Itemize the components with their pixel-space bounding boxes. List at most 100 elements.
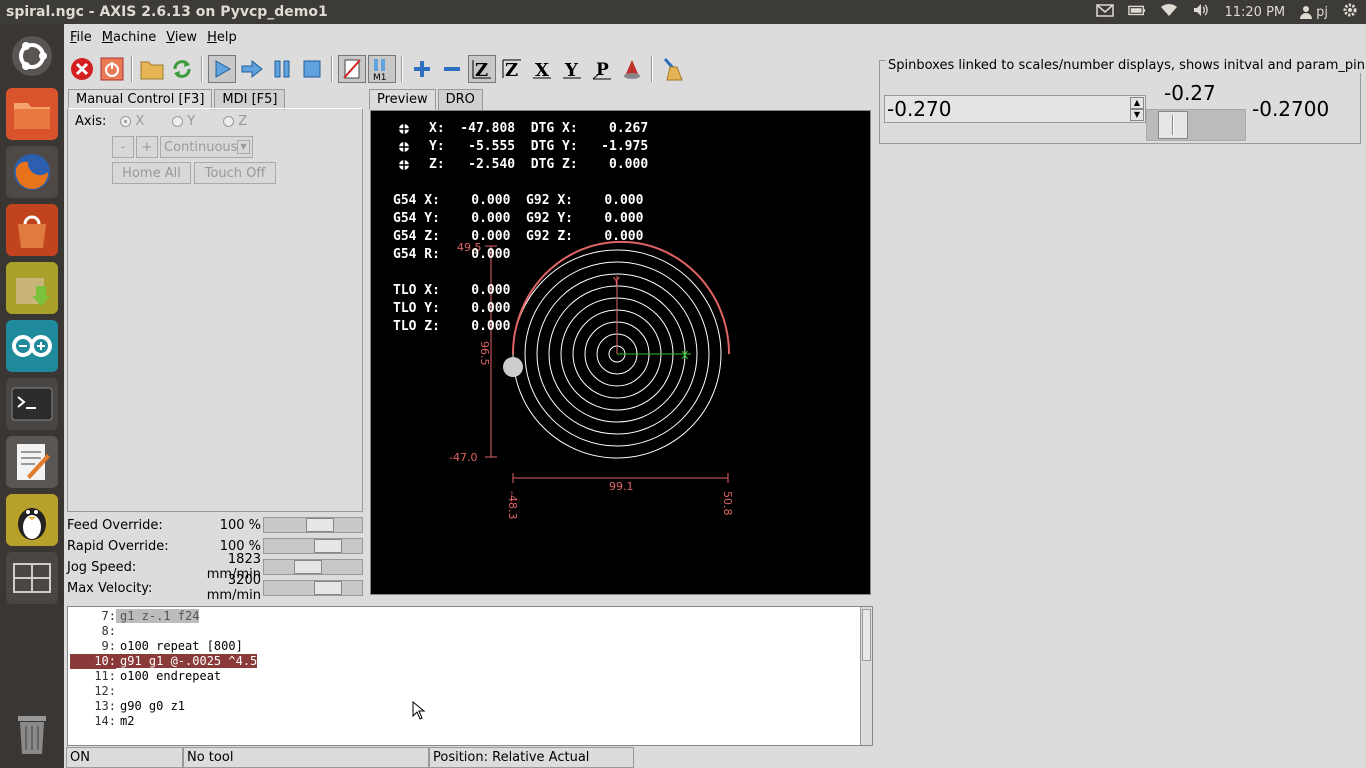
toolbar: M1 Z Z X Y P xyxy=(66,52,874,86)
zoom-in-icon[interactable] xyxy=(408,55,436,83)
software-center-icon[interactable] xyxy=(6,204,58,256)
homed-y-icon xyxy=(397,140,411,154)
optional-stop-icon[interactable]: M1 xyxy=(368,55,396,83)
home-all-button[interactable]: Home All xyxy=(112,162,191,184)
firefox-icon[interactable] xyxy=(6,146,58,198)
svg-text:Y: Y xyxy=(564,60,579,80)
menu-view[interactable]: View xyxy=(162,30,203,45)
user-name: pj xyxy=(1316,4,1328,20)
mail-icon[interactable] xyxy=(1096,3,1115,21)
menu-help[interactable]: Help xyxy=(203,30,243,45)
trash-icon[interactable] xyxy=(6,708,58,760)
pyvcp-legend: Spinboxes linked to scales/number displa… xyxy=(886,58,1366,73)
view-y-icon[interactable]: Y xyxy=(558,55,586,83)
chevron-down-icon: ▼ xyxy=(237,140,250,154)
text-editor-icon[interactable] xyxy=(6,436,58,488)
jog-minus-button[interactable]: - xyxy=(112,136,134,158)
y-axis-label: Y xyxy=(612,275,620,288)
dro-g54-r: G54 R: 0.000 xyxy=(393,247,511,262)
svg-text:X: X xyxy=(535,60,549,80)
slider-thumb[interactable] xyxy=(294,560,322,574)
gcode-line[interactable]: 14: m2 xyxy=(70,714,134,729)
gear-icon[interactable] xyxy=(1342,2,1358,22)
gcode-line-active[interactable]: 10: g91 g1 @-.0025 ^4.5 xyxy=(70,654,258,669)
gcode-line[interactable]: 13: g90 g0 z1 xyxy=(70,699,185,714)
stop-icon[interactable] xyxy=(298,55,326,83)
param-spinbox[interactable]: -0.270 ▲ ▼ xyxy=(884,95,1146,123)
gcode-line[interactable]: 12: xyxy=(70,684,120,699)
max-velocity-slider[interactable] xyxy=(263,580,363,596)
gcode-scrollbar[interactable] xyxy=(860,607,872,745)
wifi-icon[interactable] xyxy=(1160,3,1178,21)
gcode-listing[interactable]: 7: g1 z-.1 f24 8: 9: o100 repeat [800] 10:… xyxy=(67,606,873,746)
jog-mode-select[interactable]: Continuous ▼ xyxy=(160,136,253,158)
reload-icon[interactable] xyxy=(168,55,196,83)
workspace-switcher-icon[interactable] xyxy=(6,552,58,604)
preview-canvas[interactable]: X Y 49.5 -47.0 96.5 99.1 -48.3 50.8 X: -… xyxy=(370,110,871,595)
scale-value: -0.27 xyxy=(1164,81,1216,105)
archive-install-icon[interactable] xyxy=(6,262,58,314)
homed-z-icon xyxy=(397,158,411,172)
rapid-override-slider[interactable] xyxy=(263,538,363,554)
tab-preview[interactable]: Preview xyxy=(369,89,436,110)
step-icon[interactable] xyxy=(238,55,266,83)
feed-override-value: 100 % xyxy=(219,517,261,533)
zoom-out-icon[interactable] xyxy=(438,55,466,83)
svg-text:P: P xyxy=(596,60,609,80)
block-delete-icon[interactable] xyxy=(338,55,366,83)
terminal-icon[interactable] xyxy=(6,378,58,430)
tab-mdi[interactable]: MDI [F5] xyxy=(214,89,286,110)
number-display: -0.2700 xyxy=(1252,97,1330,121)
menu-machine[interactable]: Machine xyxy=(98,30,162,45)
menu-file[interactable]: File xyxy=(66,30,98,45)
scrollbar-thumb[interactable] xyxy=(862,609,871,661)
window-title: spiral.ngc - AXIS 2.6.13 on Pyvcp_demo1 xyxy=(6,4,328,20)
feed-override-slider[interactable] xyxy=(263,517,363,533)
ubuntu-dash-icon[interactable] xyxy=(6,30,58,82)
open-file-icon[interactable] xyxy=(138,55,166,83)
estop-icon[interactable] xyxy=(68,55,96,83)
max-velocity-row: Max Velocity: 3200 mm/min xyxy=(67,573,363,603)
rapid-override-label: Rapid Override: xyxy=(67,538,169,554)
run-icon[interactable] xyxy=(208,55,236,83)
user-menu[interactable]: pj xyxy=(1299,5,1328,20)
linuxcnc-icon[interactable] xyxy=(6,494,58,546)
axis-label: Axis: xyxy=(75,114,107,129)
jog-speed-slider[interactable] xyxy=(263,559,363,575)
touch-off-button[interactable]: Touch Off xyxy=(194,162,276,184)
gcode-line[interactable]: 9: o100 repeat [800] xyxy=(70,639,243,654)
axis-radio-x[interactable]: X xyxy=(120,114,144,129)
slider-thumb[interactable] xyxy=(306,518,334,532)
battery-icon[interactable] xyxy=(1128,3,1146,21)
pause-icon[interactable] xyxy=(268,55,296,83)
view-perspective-icon[interactable]: P xyxy=(588,55,616,83)
axis-radio-y[interactable]: Y xyxy=(172,114,195,129)
axis-radio-z[interactable]: Z xyxy=(223,114,247,129)
scale-thumb[interactable] xyxy=(1158,111,1188,139)
gcode-line[interactable]: 8: xyxy=(70,624,120,639)
extent-x-min: -48.3 xyxy=(506,491,519,519)
files-icon[interactable] xyxy=(6,88,58,140)
view-z2-icon[interactable]: Z xyxy=(498,55,526,83)
spin-down-icon[interactable]: ▼ xyxy=(1130,109,1144,121)
slider-thumb[interactable] xyxy=(314,581,342,595)
spin-up-icon[interactable]: ▲ xyxy=(1130,97,1144,109)
machine-power-icon[interactable] xyxy=(98,55,126,83)
tab-dro[interactable]: DRO xyxy=(437,89,483,110)
view-z-icon[interactable]: Z xyxy=(468,55,496,83)
clock-time[interactable]: 11:20 PM xyxy=(1224,5,1285,20)
clear-plot-icon[interactable] xyxy=(658,55,686,83)
gcode-line[interactable]: 11: o100 endrepeat xyxy=(70,669,221,684)
extent-y-min: -47.0 xyxy=(449,451,477,464)
volume-icon[interactable] xyxy=(1192,3,1210,21)
max-velocity-value: 3200 mm/min xyxy=(206,573,261,603)
slider-thumb[interactable] xyxy=(314,539,342,553)
view-x-icon[interactable]: X xyxy=(528,55,556,83)
jog-plus-button[interactable]: + xyxy=(136,136,158,158)
rotate-view-icon[interactable] xyxy=(618,55,646,83)
extent-x-max: 50.8 xyxy=(721,491,734,516)
arduino-icon[interactable] xyxy=(6,320,58,372)
user-icon xyxy=(1300,6,1313,19)
tab-manual-control[interactable]: Manual Control [F3] xyxy=(68,89,213,110)
gcode-line[interactable]: 7: g1 z-.1 f24 xyxy=(70,609,200,624)
